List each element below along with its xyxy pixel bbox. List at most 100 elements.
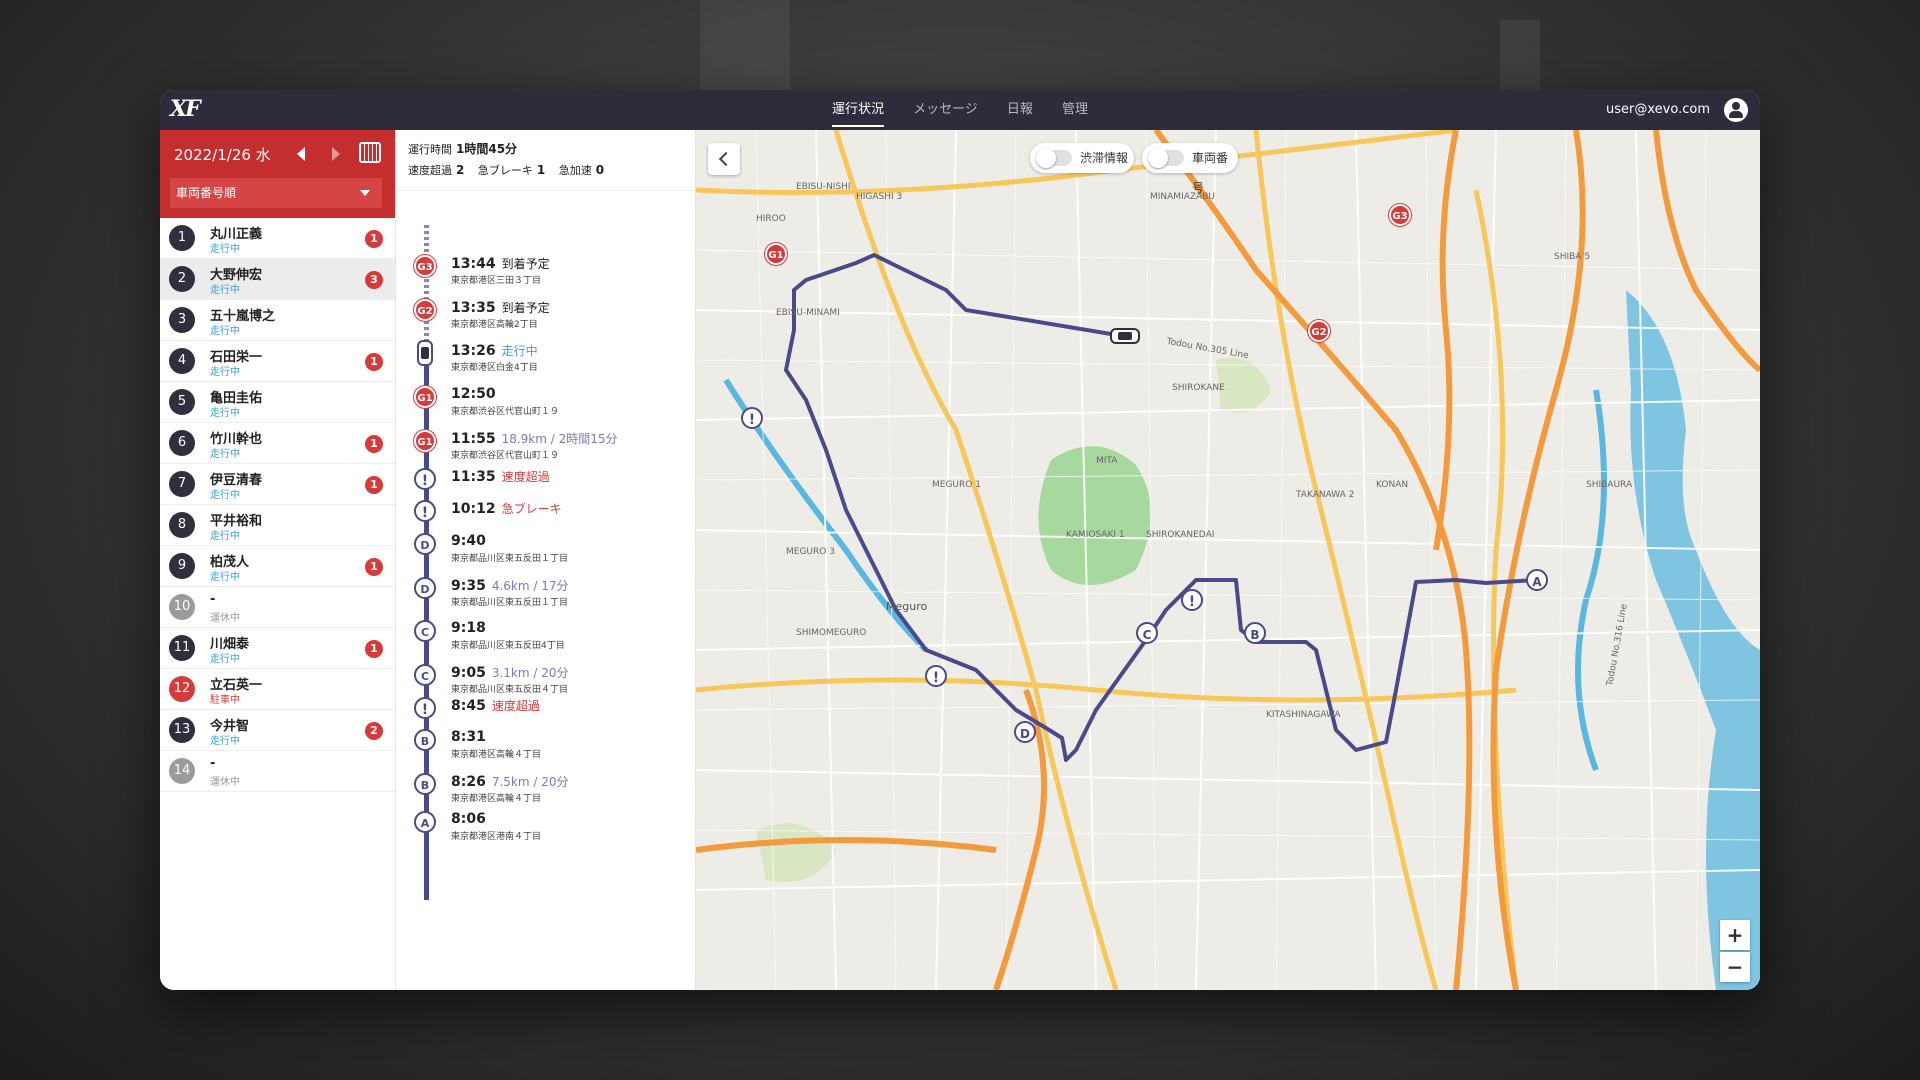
map-stop-marker[interactable]: C	[1136, 622, 1158, 644]
vehicle-row[interactable]: 9 柏茂人 走行中 1	[160, 546, 395, 587]
vehicle-row[interactable]: 10- 運休中	[160, 587, 395, 628]
timeline-time: 9:35 4.6km / 17分	[451, 577, 569, 594]
timeline-item[interactable]: G1 11:55 18.9km / 2時間15分 東京都渋谷区代官山町１９	[396, 430, 695, 470]
vehicle-row[interactable]: 8 平井裕和 走行中	[160, 505, 395, 546]
timeline-item[interactable]: G1 12:50 東京都渋谷区代官山町１９	[396, 386, 695, 426]
map-stop-marker[interactable]: D	[1014, 721, 1036, 743]
drive-time-label: 運行時間	[408, 143, 452, 156]
vehicle-status: 駐車中	[210, 695, 240, 706]
map-stop-marker[interactable]: A	[1526, 569, 1548, 591]
map-stop-marker[interactable]: G2	[1308, 320, 1330, 342]
vehicle-car-icon[interactable]	[1110, 328, 1140, 344]
vehicle-list: 1 丸川正義 走行中 1 2 大野伸宏 走行中 3 3 五十嵐博之 走行中 4 石田栄一 走行中 1 5 亀田圭…	[160, 218, 395, 792]
timeline-item[interactable]: D 9:35 4.6km / 17分 東京都品川区東五反田１丁目	[396, 577, 695, 617]
accel-value: 0	[595, 163, 605, 177]
calendar-icon[interactable]	[359, 142, 381, 163]
nav-tab-daily-report[interactable]: 日報	[1007, 90, 1033, 130]
vehicle-row[interactable]: 4 石田栄一 走行中 1	[160, 341, 395, 382]
timeline-time: 9:18	[451, 620, 486, 636]
warning-icon: !	[414, 697, 436, 719]
map-warning-icon[interactable]: !	[925, 665, 947, 687]
timeline-note: 18.9km / 2時間15分	[501, 432, 618, 446]
timeline-time-text: 9:35	[451, 578, 486, 594]
map-label: SHIBA 5	[1554, 252, 1591, 262]
timeline-time: 13:44 到着予定	[451, 255, 550, 272]
user-email[interactable]: user@xevo.com	[1606, 90, 1710, 130]
map-view[interactable]: EBISU-NISHI HIGASHI 3 MINAMIAZABU EBISU-MIN…	[696, 130, 1760, 990]
map-stop-marker[interactable]: G3	[1389, 204, 1411, 226]
map-label: EBISU-MINAMI	[776, 308, 840, 318]
vehicle-row[interactable]: 14- 運休中	[160, 751, 395, 792]
vehicle-row[interactable]: 11 川畑泰 走行中 1	[160, 628, 395, 669]
vehicle-row[interactable]: 3 五十嵐博之 走行中	[160, 300, 395, 341]
user-avatar-icon[interactable]	[1724, 98, 1748, 122]
map-stop-marker[interactable]: B	[1244, 622, 1266, 644]
traffic-info-toggle[interactable]: 渋滞情報	[1030, 143, 1134, 173]
timeline-item[interactable]: G2 13:35 到着予定 東京都港区高輪2丁目	[396, 299, 695, 339]
accel-label: 急加速	[558, 164, 592, 177]
zoom-out-button[interactable]: −	[1720, 952, 1750, 982]
stop-marker-icon: C	[414, 620, 436, 642]
map-stop-marker[interactable]: G1	[765, 243, 787, 265]
sort-select[interactable]: 車両番号順	[170, 178, 382, 208]
vehicle-status: 走行中	[210, 736, 240, 747]
map-warning-icon[interactable]: !	[1181, 589, 1203, 611]
stop-marker-icon: G3	[414, 255, 436, 277]
vehicle-row[interactable]: 6 竹川幹也 走行中 1	[160, 423, 395, 464]
vehicle-number-badge: 13	[169, 717, 195, 743]
vehicle-number-badge: 5	[169, 389, 195, 415]
vehicle-row[interactable]: 2 大野伸宏 走行中 3	[160, 259, 395, 300]
timeline-address: 東京都港区高輪2丁目	[451, 320, 538, 330]
collapse-panel-button[interactable]	[708, 143, 740, 175]
timeline-item[interactable]: B 8:26 7.5km / 20分 東京都港区高輪４丁目	[396, 773, 695, 813]
timeline-item[interactable]: C 9:18 東京都品川区東五反田4丁目	[396, 620, 695, 660]
nav-tab-messages[interactable]: メッセージ	[913, 90, 978, 130]
vehicle-status: 運休中	[210, 777, 240, 788]
next-date-icon[interactable]	[332, 147, 340, 161]
timeline-note: 7.5km / 20分	[491, 775, 569, 789]
timeline-address: 東京都品川区東五反田４丁目	[451, 685, 569, 695]
vehicle-status: 走行中	[210, 408, 240, 419]
vehicle-row[interactable]: 12 立石英一 駐車中	[160, 669, 395, 710]
driver-name: -	[210, 756, 216, 771]
timeline-item[interactable]: D 9:40 東京都品川区東五反田１丁目	[396, 533, 695, 573]
nav-tab-status[interactable]: 運行状況	[831, 90, 884, 130]
vehicle-status: 走行中	[210, 244, 240, 255]
traffic-toggle-switch[interactable]	[1036, 148, 1072, 168]
zoom-in-button[interactable]: +	[1720, 920, 1750, 950]
timeline-time: 13:35 到着予定	[451, 299, 550, 316]
timeline-time: 9:05 3.1km / 20分	[451, 664, 569, 681]
vehicle-row[interactable]: 1 丸川正義 走行中 1	[160, 218, 395, 259]
vehicle-status: 走行中	[210, 531, 240, 542]
speeding-value: 2	[456, 163, 465, 177]
vehicle-number-toggle[interactable]: 車両番号	[1142, 143, 1238, 195]
vehicle-number-badge: 4	[169, 348, 195, 374]
map-label: KAMIOSAKI 1	[1066, 530, 1125, 540]
timeline-item[interactable]: G3 13:44 到着予定 東京都港区三田３丁目	[396, 255, 695, 295]
vehicle-row[interactable]: 13 今井智 走行中 2	[160, 710, 395, 751]
vehicle-number-badge: 9	[169, 553, 195, 579]
timeline-item[interactable]: 13:26 走行中 東京都港区白金4丁目	[396, 340, 695, 382]
vehicle-number-toggle-switch[interactable]	[1148, 148, 1184, 168]
timeline-time-text: 13:26	[451, 343, 496, 359]
vehicle-row[interactable]: 7 伊豆清春 走行中 1	[160, 464, 395, 505]
stop-marker-icon: B	[414, 773, 436, 795]
vehicle-status: 走行中	[210, 285, 240, 296]
timeline-note: 4.6km / 17分	[491, 579, 569, 593]
map-canvas[interactable]	[696, 130, 1760, 990]
timeline-address: 東京都渋谷区代官山町１９	[451, 451, 560, 461]
vehicle-row[interactable]: 5 亀田圭佑 走行中	[160, 382, 395, 423]
vehicle-number-badge: 2	[169, 266, 195, 292]
map-warning-icon[interactable]: !	[741, 407, 763, 429]
brake-value: 1	[536, 163, 546, 177]
alert-count-badge: 1	[365, 558, 383, 576]
timeline-item[interactable]: B 8:31 東京都港区高輪４丁目	[396, 729, 695, 769]
vehicle-status: 走行中	[210, 449, 240, 460]
stop-marker-icon: C	[414, 664, 436, 686]
prev-date-icon[interactable]	[297, 147, 305, 161]
timeline-item[interactable]: A 8:06 東京都港区港南４丁目	[396, 811, 695, 851]
map-label: MINAMIAZABU	[1150, 192, 1215, 202]
timeline-address: 東京都品川区東五反田１丁目	[451, 598, 569, 608]
stop-marker-icon: D	[414, 533, 436, 555]
nav-tab-admin[interactable]: 管理	[1062, 90, 1088, 130]
